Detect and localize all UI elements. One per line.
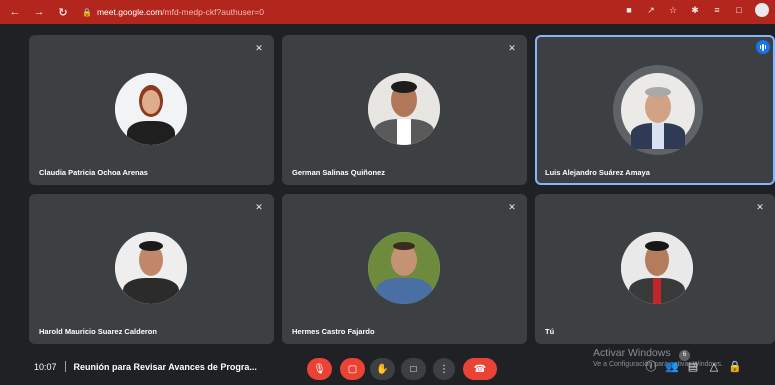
avatar bbox=[115, 73, 187, 145]
side-panel-buttons: ⓘ 👥 ▤ △ 🔒 bbox=[644, 359, 742, 374]
info-icon[interactable]: ⓘ bbox=[644, 359, 658, 373]
profile-avatar[interactable] bbox=[755, 3, 769, 17]
activities-icon[interactable]: △ bbox=[707, 359, 721, 373]
extension-icon[interactable]: ✱ bbox=[689, 4, 701, 16]
browser-actions: ■ ↗ ☆ ✱ ≡ □ bbox=[623, 3, 769, 17]
mic-off-icon: 🎙 bbox=[313, 363, 326, 375]
participant-name: Harold Mauricio Suarez Calderon bbox=[39, 327, 157, 336]
side-panel-icon[interactable]: □ bbox=[733, 4, 745, 16]
hand-icon: ✋ bbox=[376, 363, 389, 375]
participant-tile[interactable]: Luis Alejandro Suárez Amaya bbox=[535, 35, 775, 185]
url-path: /mfd-medp-ckf?authuser=0 bbox=[162, 7, 264, 17]
back-icon[interactable]: ← bbox=[6, 3, 24, 21]
mic-off-icon: ✕ bbox=[255, 43, 263, 53]
participant-name: German Salinas Quiñonez bbox=[292, 168, 385, 177]
forward-icon[interactable]: → bbox=[30, 3, 48, 21]
participant-tile[interactable]: ✕ Harold Mauricio Suarez Calderon bbox=[29, 194, 274, 344]
mic-toggle-button[interactable]: 🎙 bbox=[307, 358, 332, 380]
people-icon[interactable]: 👥 bbox=[665, 359, 679, 373]
mic-off-icon: ✕ bbox=[508, 202, 516, 212]
share-icon[interactable]: ↗ bbox=[645, 4, 657, 16]
reload-icon[interactable]: ↻ bbox=[54, 3, 72, 21]
leave-call-button[interactable]: ☎ bbox=[463, 358, 497, 380]
mic-off-icon: ✕ bbox=[508, 43, 516, 53]
participant-name: Luis Alejandro Suárez Amaya bbox=[545, 168, 650, 177]
participant-tile[interactable]: ✕ Tú bbox=[535, 194, 775, 344]
present-screen-icon: □ bbox=[410, 363, 417, 375]
participant-name: Tú bbox=[545, 327, 555, 336]
lock-icon[interactable]: 🔒 bbox=[728, 359, 742, 373]
watermark-title: Activar Windows bbox=[593, 347, 671, 359]
mic-off-icon: ✕ bbox=[756, 202, 764, 212]
more-options-button[interactable]: ⋮ bbox=[433, 358, 455, 380]
avatar bbox=[621, 232, 693, 304]
end-call-icon: ☎ bbox=[473, 363, 487, 375]
lock-icon: 🔒 bbox=[82, 7, 92, 17]
divider bbox=[64, 361, 66, 372]
avatar bbox=[368, 232, 440, 304]
meeting-title: Reunión para Revisar Avances de Progra..… bbox=[73, 361, 257, 372]
participant-tile[interactable]: ✕ German Salinas Quiñonez bbox=[282, 35, 527, 185]
participant-name: Hermes Castro Fajardo bbox=[292, 327, 375, 336]
meeting-info: 10:07 Reunión para Revisar Avances de Pr… bbox=[34, 361, 257, 372]
chat-icon[interactable]: ▤ bbox=[686, 359, 700, 373]
participant-tile[interactable]: ✕ Hermes Castro Fajardo bbox=[282, 194, 527, 344]
url-host: meet.google.com bbox=[96, 7, 163, 17]
avatar bbox=[368, 73, 440, 145]
present-button[interactable]: □ bbox=[401, 358, 426, 380]
browser-bar: ← → ↻ 🔒 meet.google.com /mfd-medp-ckf?au… bbox=[0, 0, 775, 24]
participant-name: Claudia Patricia Ochoa Arenas bbox=[39, 168, 148, 177]
camera-toggle-button[interactable]: ▢ bbox=[340, 358, 365, 380]
address-bar[interactable]: 🔒 meet.google.com /mfd-medp-ckf?authuser… bbox=[82, 3, 264, 21]
camera-indicator-icon[interactable]: ■ bbox=[623, 4, 635, 16]
reading-list-icon[interactable]: ≡ bbox=[711, 4, 723, 16]
avatar bbox=[613, 65, 703, 155]
mic-off-icon: ✕ bbox=[255, 202, 263, 212]
star-icon[interactable]: ☆ bbox=[667, 4, 679, 16]
camera-off-icon: ▢ bbox=[347, 363, 358, 375]
participant-tile[interactable]: ✕ Claudia Patricia Ochoa Arenas bbox=[29, 35, 274, 185]
meeting-time: 10:07 bbox=[34, 361, 57, 372]
raise-hand-button[interactable]: ✋ bbox=[370, 358, 395, 380]
speaking-indicator-icon bbox=[756, 40, 770, 54]
avatar bbox=[115, 232, 187, 304]
more-options-icon: ⋮ bbox=[439, 363, 449, 375]
